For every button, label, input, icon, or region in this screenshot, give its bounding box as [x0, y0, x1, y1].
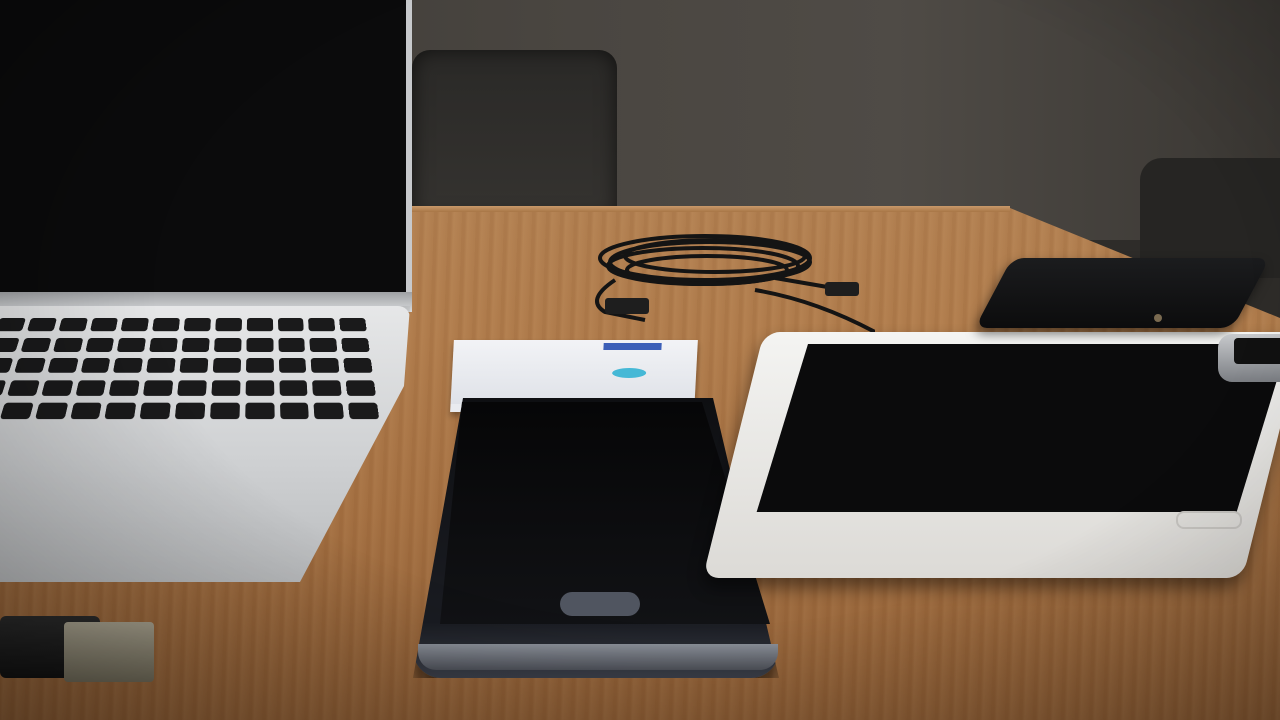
- keyboard-key: [179, 358, 208, 373]
- smartphone-home-button: [560, 592, 640, 616]
- keyboard-key: [177, 380, 207, 396]
- keyboard-key: [113, 358, 143, 373]
- keyboard-key: [41, 380, 73, 396]
- keyboard-key: [75, 380, 106, 396]
- keyboard-key: [246, 318, 272, 331]
- photo-scene: [0, 0, 1280, 720]
- keyboard-key: [348, 403, 379, 419]
- keyboard-key: [20, 338, 51, 352]
- keyboard-key: [278, 318, 305, 331]
- keyboard-key: [0, 380, 6, 396]
- keyboard-key: [182, 338, 210, 352]
- keyboard-key: [53, 338, 83, 352]
- keyboard-key: [34, 403, 67, 419]
- card-blue-strip: [603, 343, 661, 350]
- keyboard-key: [117, 338, 146, 352]
- card-logo: [612, 368, 647, 378]
- keyboard-key: [70, 403, 103, 419]
- power-bank-port: [1154, 314, 1162, 322]
- tablet-screen: [757, 344, 1280, 512]
- keyboard-key: [143, 380, 173, 396]
- keyboard-key: [312, 380, 342, 396]
- keyboard-key: [213, 358, 241, 373]
- keyboard-key: [339, 318, 367, 331]
- keyboard-key: [85, 338, 115, 352]
- keyboard-key: [245, 403, 274, 419]
- keyboard-key: [278, 358, 306, 373]
- keyboard-key: [0, 403, 33, 419]
- laptop-keyboard: [0, 318, 380, 422]
- power-bank: [975, 258, 1270, 328]
- keyboard-key: [121, 318, 149, 331]
- keyboard-key: [58, 318, 87, 331]
- keyboard-key: [343, 358, 372, 373]
- keyboard-key: [0, 338, 20, 352]
- keyboard-key: [245, 380, 274, 396]
- keyboard-key: [341, 338, 369, 352]
- keyboard-key: [184, 318, 211, 331]
- keyboard-key: [0, 318, 26, 331]
- keyboard-key: [109, 380, 140, 396]
- keyboard-key: [346, 380, 376, 396]
- usb-stick-connector: [64, 622, 154, 682]
- table-far-edge: [410, 206, 1010, 212]
- keyboard-key: [140, 403, 171, 419]
- keyboard-key: [14, 358, 46, 373]
- keyboard-key: [7, 380, 40, 396]
- keyboard-key: [314, 403, 344, 419]
- small-phone-screen: [1234, 338, 1280, 364]
- keyboard-key: [308, 318, 335, 331]
- keyboard-key: [0, 358, 13, 373]
- keyboard-key: [215, 318, 242, 331]
- keyboard-key: [210, 403, 240, 419]
- keyboard-key: [311, 358, 340, 373]
- keyboard-key: [149, 338, 178, 352]
- keyboard-key: [279, 380, 308, 396]
- keyboard-key: [80, 358, 111, 373]
- keyboard-key: [105, 403, 137, 419]
- coiled-cable: [575, 220, 875, 340]
- keyboard-key: [152, 318, 180, 331]
- keyboard-key: [214, 338, 241, 352]
- keyboard-key: [146, 358, 175, 373]
- keyboard-key: [279, 403, 309, 419]
- keyboard-key: [47, 358, 78, 373]
- smartphone-rim: [418, 644, 778, 670]
- keyboard-key: [246, 358, 274, 373]
- keyboard-key: [278, 338, 305, 352]
- keyboard-key: [27, 318, 57, 331]
- keyboard-key: [246, 338, 273, 352]
- office-chair: [412, 50, 617, 220]
- keyboard-key: [211, 380, 240, 396]
- keyboard-key: [175, 403, 205, 419]
- laptop-screen: [0, 0, 412, 312]
- keyboard-key: [310, 338, 338, 352]
- keyboard-key: [90, 318, 119, 331]
- tablet-home-button: [1176, 511, 1242, 529]
